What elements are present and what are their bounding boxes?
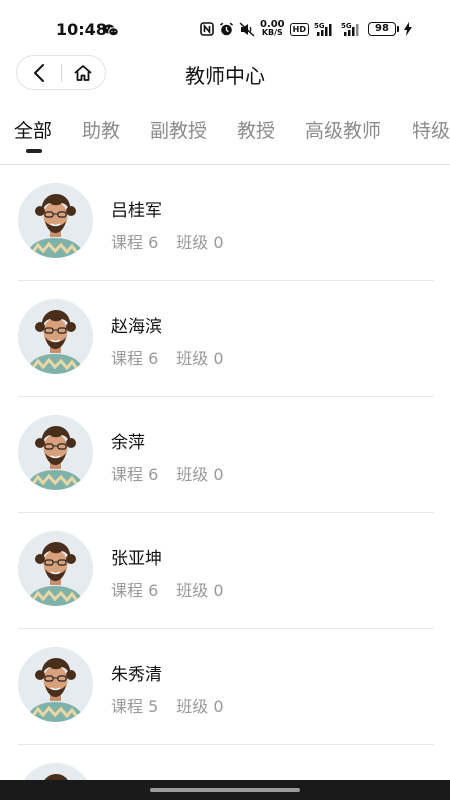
teacher-name: 张亚坤 xyxy=(111,549,162,569)
status-bar: 10:48 0.00 KB/S HD 5G 5G 98 xyxy=(0,0,450,58)
teacher-name: 余萍 xyxy=(111,433,145,453)
teacher-row[interactable]: 吕桂军 课程 6 班级 0 xyxy=(0,165,450,281)
teacher-stats: 课程 6 班级 0 xyxy=(111,577,224,601)
class-count: 班级 0 xyxy=(176,233,224,252)
active-tab-indicator xyxy=(26,149,42,153)
class-count: 班级 0 xyxy=(176,697,224,716)
tab-professor[interactable]: 教授 xyxy=(237,116,275,143)
teacher-stats: 课程 6 班级 0 xyxy=(111,229,224,253)
course-count: 课程 6 xyxy=(111,233,159,252)
teacher-stats: 课程 5 班级 0 xyxy=(111,693,224,717)
home-indicator[interactable] xyxy=(150,788,300,792)
network-speed: 0.00 KB/S xyxy=(259,19,285,37)
gesture-bar xyxy=(0,780,450,800)
teacher-name: 吕桂军 xyxy=(111,201,162,221)
teacher-stats: 课程 6 班级 0 xyxy=(111,461,224,485)
course-count: 课程 5 xyxy=(111,697,159,716)
class-count: 班级 0 xyxy=(176,581,224,600)
nfc-icon xyxy=(200,22,214,36)
charging-icon xyxy=(404,22,412,36)
category-tabs: 全部 助教 副教授 教授 高级教师 特级 xyxy=(0,108,450,158)
battery-icon: 98 xyxy=(368,22,399,36)
avatar xyxy=(18,647,93,722)
teacher-row[interactable]: 赵海滨 课程 6 班级 0 xyxy=(0,281,450,397)
status-time: 10:48 xyxy=(56,20,107,39)
page-title: 教师中心 xyxy=(185,64,265,88)
hd-badge: HD xyxy=(289,22,309,36)
alarm-icon xyxy=(219,22,234,37)
teacher-row[interactable]: 张亚坤 课程 6 班级 0 xyxy=(0,513,450,629)
svg-text:5G: 5G xyxy=(341,22,352,30)
signal-icon-2: 5G xyxy=(341,22,363,37)
wechat-icon xyxy=(103,22,119,41)
teacher-name: 朱秀清 xyxy=(111,665,162,685)
tab-senior-teacher[interactable]: 高级教师 xyxy=(305,116,381,143)
avatar xyxy=(18,299,93,374)
teacher-stats: 课程 6 班级 0 xyxy=(111,345,224,369)
course-count: 课程 6 xyxy=(111,581,159,600)
class-count: 班级 0 xyxy=(176,465,224,484)
tab-teaching-assistant[interactable]: 助教 xyxy=(82,116,120,143)
tab-special-grade[interactable]: 特级 xyxy=(412,116,450,143)
teacher-list: 吕桂军 课程 6 班级 0 赵海滨 课程 6 班级 0 余萍 课程 6 班级 0 xyxy=(0,165,450,800)
status-icons: 0.00 KB/S HD 5G 5G 98 xyxy=(200,19,412,39)
tab-associate-professor[interactable]: 副教授 xyxy=(150,116,207,143)
teacher-row[interactable]: 余萍 课程 6 班级 0 xyxy=(0,397,450,513)
course-count: 课程 6 xyxy=(111,465,159,484)
class-count: 班级 0 xyxy=(176,349,224,368)
signal-icon: 5G xyxy=(314,22,336,37)
svg-text:5G: 5G xyxy=(314,22,325,30)
avatar xyxy=(18,415,93,490)
avatar xyxy=(18,531,93,606)
avatar xyxy=(18,183,93,258)
mute-icon xyxy=(239,21,255,37)
course-count: 课程 6 xyxy=(111,349,159,368)
teacher-name: 赵海滨 xyxy=(111,317,162,337)
tab-all[interactable]: 全部 xyxy=(14,116,52,143)
teacher-row[interactable]: 朱秀清 课程 5 班级 0 xyxy=(0,629,450,745)
